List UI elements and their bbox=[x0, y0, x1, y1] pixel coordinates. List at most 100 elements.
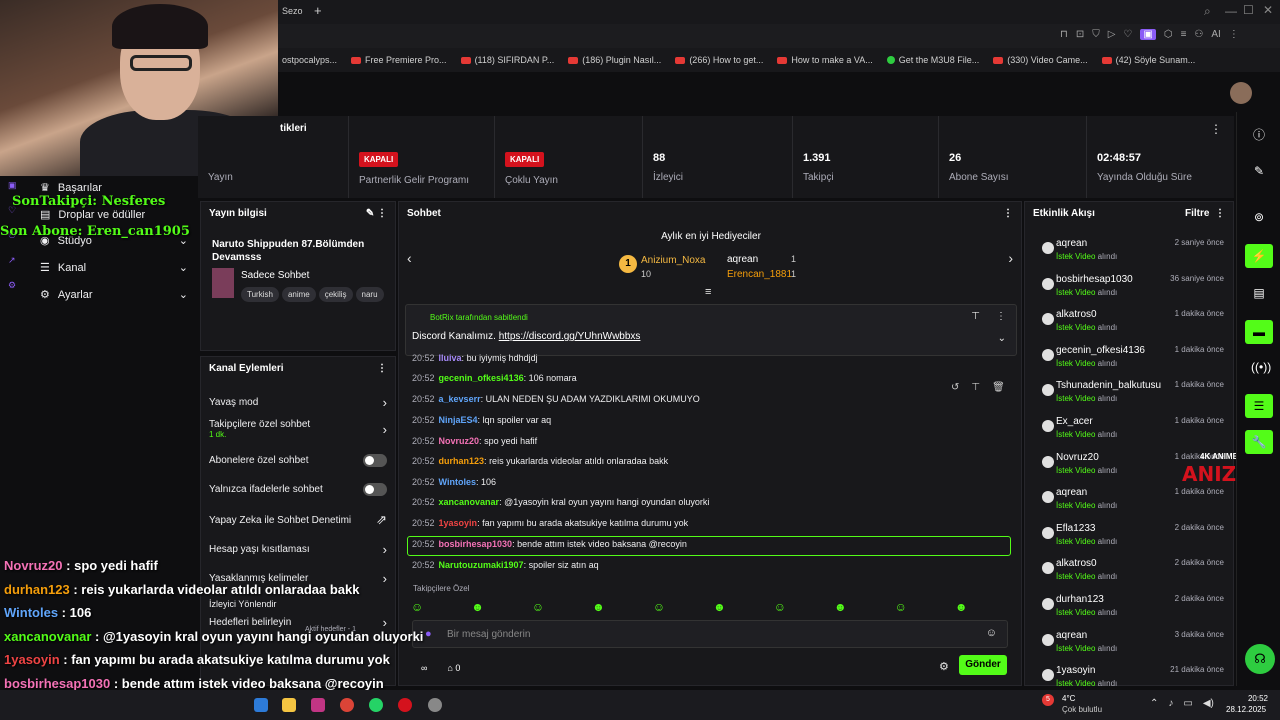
heart-icon[interactable]: ♡ bbox=[1123, 29, 1132, 40]
message-username[interactable]: Narutouzumaki1907 bbox=[439, 560, 524, 570]
tag-pill[interactable]: Turkish bbox=[241, 287, 279, 302]
weather-temp[interactable]: 4°C bbox=[1062, 694, 1075, 703]
chat-message[interactable]: 20:52 gecenin_ofkesi4136: 106 nomara bbox=[412, 373, 577, 383]
weather-desc[interactable]: Çok bulutlu bbox=[1062, 705, 1102, 714]
chat-message[interactable]: 20:52 Narutouzumaki1907: spoiler siz atın… bbox=[412, 560, 599, 570]
more-icon[interactable]: ⋮ bbox=[1003, 208, 1013, 219]
activity-event[interactable]: Efla1233 İstek Video alındı 2 dakika önce bbox=[1032, 521, 1224, 555]
twitch-icon[interactable]: ▣ bbox=[8, 180, 18, 191]
obs-icon[interactable] bbox=[428, 698, 442, 712]
extension-active-icon[interactable]: ▣ bbox=[1140, 29, 1156, 40]
activity-event[interactable]: alkatros0 İstek Video alındı 1 dakika önce bbox=[1032, 307, 1224, 341]
bookmark-item[interactable]: Free Premiere Pro... bbox=[351, 55, 447, 65]
emote[interactable]: ☺ bbox=[411, 600, 423, 614]
message-username[interactable]: gecenin_ofkesi4136 bbox=[439, 373, 524, 383]
gifter-1-name[interactable]: Anizium_Noxa bbox=[641, 255, 705, 266]
wrench-icon[interactable]: 🔧 bbox=[1245, 430, 1273, 454]
activity-event[interactable]: alkatros0 İstek Video alındı 2 dakika önce bbox=[1032, 556, 1224, 590]
search-icon[interactable]: ⌕ bbox=[1204, 4, 1211, 19]
external-link-icon[interactable]: ⇗ bbox=[376, 512, 387, 528]
tag-pill[interactable]: naru bbox=[355, 287, 384, 302]
next-arrow-icon[interactable]: › bbox=[1008, 250, 1013, 266]
emote[interactable]: ☻ bbox=[471, 600, 484, 614]
message-username[interactable]: Novruz20 bbox=[439, 436, 480, 446]
play-icon[interactable]: ▷ bbox=[1108, 29, 1116, 40]
bookmark-item[interactable]: (330) Video Came... bbox=[993, 55, 1088, 65]
emote[interactable]: ☻ bbox=[834, 600, 847, 614]
layout-icon[interactable]: ☰ bbox=[1245, 394, 1273, 418]
emote[interactable]: ☺ bbox=[532, 600, 544, 614]
bookmark-item[interactable]: How to make a VA... bbox=[777, 55, 873, 65]
delete-icon[interactable]: 🗑 bbox=[992, 382, 1005, 393]
chat-message[interactable]: 20:52 a_kevserr: ULAN NEDEN ŞU ADAM YAZDI… bbox=[412, 394, 700, 404]
target-icon[interactable]: ⊚ bbox=[1251, 210, 1267, 226]
shield-icon[interactable]: ⛉ bbox=[1092, 29, 1100, 40]
chevron-up-icon[interactable]: ⌃ bbox=[1150, 698, 1158, 709]
chat-icon[interactable]: ▬ bbox=[1245, 320, 1273, 344]
user-avatar[interactable] bbox=[1230, 82, 1252, 104]
tab-partial[interactable]: Sezo bbox=[282, 6, 303, 16]
activity-event[interactable]: Ex_acer İstek Video alındı 1 dakika önce bbox=[1032, 414, 1224, 448]
network-icon[interactable]: ▭ bbox=[1183, 698, 1192, 709]
chevron-right-icon[interactable]: › bbox=[383, 395, 387, 410]
bookmark-icon[interactable]: ⊓ bbox=[1060, 29, 1068, 40]
sidebar-item-settings[interactable]: ⚙ Ayarlar ⌄ bbox=[40, 288, 188, 302]
toggle-switch[interactable] bbox=[363, 454, 387, 467]
action-row[interactable]: Abonelere özel sohbet bbox=[209, 454, 387, 467]
prev-arrow-icon[interactable]: ‹ bbox=[407, 250, 412, 266]
chat-input[interactable]: ● Bir mesaj gönderin ☺ bbox=[412, 620, 1008, 648]
message-username[interactable]: a_kevserr bbox=[439, 394, 481, 404]
app-icon[interactable] bbox=[254, 698, 268, 712]
bookmark-item[interactable]: Get the M3U8 File... bbox=[886, 55, 979, 65]
pin-icon[interactable]: ⊤ bbox=[971, 311, 980, 322]
emote[interactable]: ☻ bbox=[592, 600, 605, 614]
gear-icon[interactable]: ⚙ bbox=[8, 280, 18, 291]
activity-event[interactable]: aqrean İstek Video alındı 3 dakika önce bbox=[1032, 628, 1224, 662]
bookmark-item[interactable]: (42) Söyle Sunam... bbox=[1101, 55, 1195, 65]
action-row[interactable]: Hesap yaşı kısıtlaması › bbox=[209, 542, 387, 557]
chat-message[interactable]: 20:52 durhan123: reis yukarlarda videolar… bbox=[412, 456, 668, 466]
emote[interactable]: ☺ bbox=[895, 600, 907, 614]
action-row[interactable]: Takipçilere özel sohbet 1 dk. › bbox=[209, 419, 387, 439]
edit-icon[interactable]: ✎ ⋮ bbox=[366, 208, 387, 219]
close-icon[interactable]: ✕ bbox=[1263, 3, 1273, 17]
more-icon[interactable]: ⋮ bbox=[1229, 29, 1239, 40]
instagram-icon[interactable] bbox=[311, 698, 325, 712]
gifter-3-name[interactable]: Erencan_1881 bbox=[727, 269, 792, 280]
puzzle-icon[interactable]: ⬡ bbox=[1164, 29, 1173, 40]
gear-icon[interactable]: ⚙ bbox=[939, 660, 949, 673]
tag-pill[interactable]: çekiliş bbox=[318, 287, 353, 302]
emote[interactable]: ☺ bbox=[774, 600, 786, 614]
chevron-right-icon[interactable]: › bbox=[383, 571, 387, 586]
more-icon[interactable]: ⋮ bbox=[377, 363, 387, 374]
send-button[interactable]: Gönder bbox=[959, 655, 1007, 675]
bookmark-item[interactable]: (118) SIFIRDAN P... bbox=[460, 55, 554, 65]
message-username[interactable]: bosbirhesap1030 bbox=[439, 539, 513, 549]
clock-date[interactable]: 28.12.2025 bbox=[1226, 705, 1266, 714]
clipboard-icon[interactable]: ▤ bbox=[1251, 286, 1267, 302]
lightning-icon[interactable]: ⚡ bbox=[1245, 244, 1273, 268]
message-username[interactable]: NinjaES4 bbox=[439, 415, 478, 425]
points-icon[interactable]: ⌂ 0 bbox=[447, 663, 460, 673]
chevron-down-icon[interactable]: ⌄ bbox=[998, 333, 1006, 344]
activity-event[interactable]: durhan123 İstek Video alındı 2 dakika önce bbox=[1032, 592, 1224, 626]
action-row[interactable]: Yapay Zeka ile Sohbet Denetimi ⇗ bbox=[209, 512, 387, 528]
opera-icon[interactable] bbox=[398, 698, 412, 712]
chrome-icon[interactable] bbox=[340, 698, 354, 712]
more-icon[interactable]: ⋮ bbox=[996, 311, 1006, 322]
chat-message[interactable]: 20:52 Novruz20: spo yedi hafif bbox=[412, 436, 537, 446]
chat-message[interactable]: 20:52 xancanovanar: @1yasoyin kral oyun y… bbox=[412, 497, 709, 507]
minimize-icon[interactable]: — bbox=[1225, 4, 1237, 18]
folder-icon[interactable] bbox=[282, 698, 296, 712]
emoji-icon[interactable]: ☺ bbox=[986, 627, 997, 639]
sidebar-item-channel[interactable]: ☰ Kanal ⌄ bbox=[40, 261, 188, 275]
mic-icon[interactable]: ● bbox=[425, 628, 432, 640]
emote[interactable]: ☻ bbox=[713, 600, 726, 614]
action-row[interactable]: Yalnızca ifadelerle sohbet bbox=[209, 483, 387, 496]
activity-event[interactable]: aqrean İstek Video alındı 2 saniye önce bbox=[1032, 236, 1224, 270]
chevron-right-icon[interactable]: › bbox=[383, 542, 387, 557]
menu-icon[interactable]: ≡ bbox=[1181, 29, 1187, 40]
message-username[interactable]: durhan123 bbox=[439, 456, 485, 466]
emote[interactable]: ☻ bbox=[955, 600, 968, 614]
gifter-2-name[interactable]: aqrean bbox=[727, 254, 758, 265]
